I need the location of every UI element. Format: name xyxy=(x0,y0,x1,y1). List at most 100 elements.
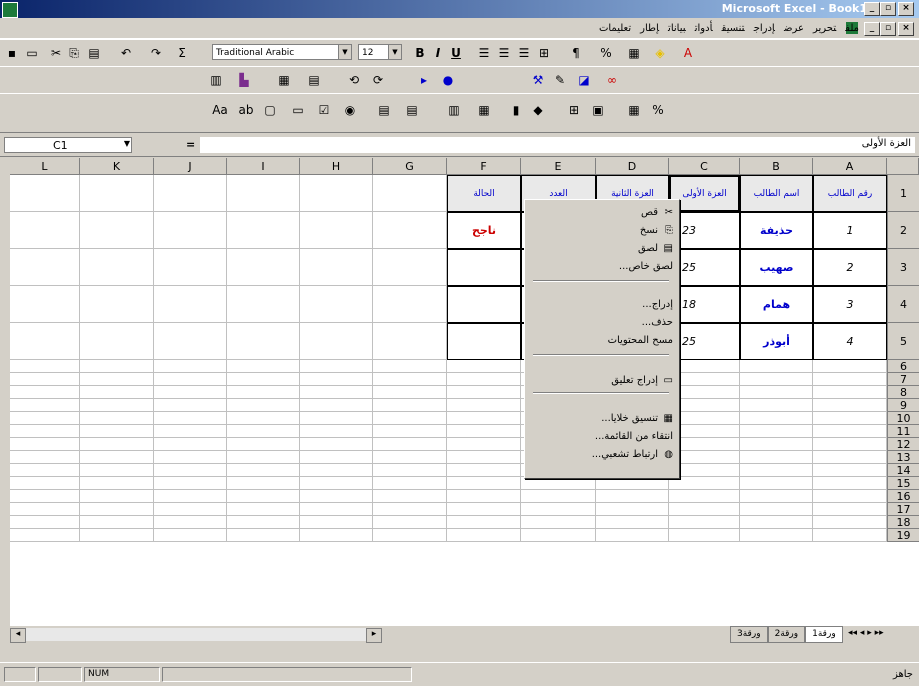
column-header[interactable]: L xyxy=(10,158,80,175)
fill-color-icon[interactable]: ◈ xyxy=(652,45,668,61)
menu-item[interactable]: أدوات xyxy=(695,23,713,34)
button-icon[interactable]: ▭ xyxy=(290,102,306,118)
column-header[interactable]: D xyxy=(596,158,669,175)
chart-type-icon[interactable]: ▙ xyxy=(236,72,252,88)
paste-icon[interactable]: ▤ xyxy=(86,45,102,61)
spinner-icon[interactable]: ▦ xyxy=(476,102,492,118)
label-icon[interactable]: Aa xyxy=(212,102,228,118)
percent-button[interactable]: % xyxy=(598,45,614,61)
context-menu-item[interactable]: ⎘ نسخ xyxy=(640,222,673,240)
context-menu-item[interactable]: لصق خاص... xyxy=(619,258,673,276)
worksheet-grid[interactable]: A B C D E F G H I J K L 1 2 3 4 5 6 7 8 9 10 11 12 13 14 15 16 17 18 1… xyxy=(10,158,919,626)
context-menu-item[interactable]: إدراج... xyxy=(642,296,673,314)
scroll-left-icon[interactable]: ◂ xyxy=(10,628,26,643)
row-header[interactable]: 16 xyxy=(887,490,919,503)
table-cell[interactable] xyxy=(447,249,521,286)
list-icon[interactable]: ▤ xyxy=(306,72,322,88)
autosum-icon[interactable]: Σ xyxy=(174,45,190,61)
font-size-combo[interactable]: 12 ▼ xyxy=(358,44,402,60)
table-header-cell[interactable]: رقم الطالب xyxy=(813,175,887,212)
run-dialog-icon[interactable]: ▣ xyxy=(590,102,606,118)
doc-minimize-icon[interactable]: _ xyxy=(864,22,880,36)
select-all-corner[interactable] xyxy=(887,158,919,175)
chevron-down-icon[interactable]: ▼ xyxy=(388,45,401,59)
column-header[interactable]: B xyxy=(740,158,813,175)
column-header[interactable]: H xyxy=(300,158,373,175)
scroll-right-icon[interactable]: ▸ xyxy=(366,628,382,643)
column-header[interactable]: C xyxy=(669,158,740,175)
column-header[interactable]: A xyxy=(813,158,887,175)
row-header[interactable]: 19 xyxy=(887,529,919,542)
context-menu-item[interactable]: انتقاء من القائمة... xyxy=(595,428,673,446)
formula-input[interactable]: العزة الأولى xyxy=(200,137,915,153)
cut-icon[interactable]: ✂ xyxy=(48,45,64,61)
menu-item[interactable]: بيانات xyxy=(668,23,686,34)
underline-button[interactable]: U xyxy=(448,45,464,61)
doc-close-icon[interactable]: × xyxy=(898,22,914,36)
code-icon[interactable]: ◆ xyxy=(530,102,546,118)
graph-icon[interactable]: ◪ xyxy=(576,72,592,88)
menu-item[interactable]: تعليمات xyxy=(599,23,631,34)
undo-icon[interactable]: ↶ xyxy=(118,45,134,61)
row-header[interactable]: 10 xyxy=(887,412,919,425)
link-icon[interactable]: ∞ xyxy=(604,72,620,88)
chevron-down-icon[interactable]: ▼ xyxy=(124,139,130,148)
column-header[interactable]: G xyxy=(373,158,447,175)
align-center-icon[interactable]: ☰ xyxy=(496,45,512,61)
row-header[interactable]: 13 xyxy=(887,451,919,464)
font-color-icon[interactable]: A xyxy=(680,45,696,61)
column-header[interactable]: I xyxy=(227,158,300,175)
context-menu-item[interactable]: ▤ لصق xyxy=(638,240,673,258)
table-header-cell[interactable]: الحالة xyxy=(447,175,521,212)
row-header[interactable]: 2 xyxy=(887,212,919,249)
equals-icon[interactable]: = xyxy=(186,138,195,151)
redo-icon[interactable]: ↷ xyxy=(148,45,164,61)
context-menu-item[interactable]: حذف... xyxy=(642,314,673,332)
scrollbar-icon[interactable]: ▥ xyxy=(446,102,462,118)
menu-item[interactable]: إدراج xyxy=(754,23,775,34)
print-preview-icon[interactable]: ▭ xyxy=(24,45,40,61)
toggle-grid-icon[interactable]: ⊞ xyxy=(566,102,582,118)
align-right-icon[interactable]: ☰ xyxy=(476,45,492,61)
row-header[interactable]: 9 xyxy=(887,399,919,412)
excel-app-icon[interactable] xyxy=(2,2,18,18)
column-header[interactable]: J xyxy=(154,158,227,175)
borders-icon[interactable]: ▦ xyxy=(626,45,642,61)
table-cell[interactable] xyxy=(447,286,521,323)
row-header[interactable]: 1 xyxy=(887,175,919,212)
merge-center-icon[interactable]: ⊞ xyxy=(536,45,552,61)
context-menu-item[interactable]: ✂ قص xyxy=(641,204,673,222)
menu-item[interactable]: عرض xyxy=(784,23,804,34)
row-header[interactable]: 11 xyxy=(887,425,919,438)
table-header-cell[interactable]: اسم الطالب xyxy=(740,175,813,212)
direction-icon[interactable]: ¶ xyxy=(568,45,584,61)
sheet-tab[interactable]: ورقة1 xyxy=(805,626,843,643)
tools-icon[interactable]: ⚒ xyxy=(530,72,546,88)
record-icon[interactable]: ● xyxy=(440,72,456,88)
row-header[interactable]: 14 xyxy=(887,464,919,477)
combobox-icon[interactable]: ▤ xyxy=(404,102,420,118)
chevron-down-icon[interactable]: ▼ xyxy=(338,45,351,59)
play-icon[interactable]: ▸ xyxy=(416,72,432,88)
column-header[interactable]: K xyxy=(80,158,154,175)
row-header[interactable]: 4 xyxy=(887,286,919,323)
minimize-icon[interactable]: _ xyxy=(864,2,880,16)
option-icon[interactable]: ◉ xyxy=(342,102,358,118)
align-left-icon[interactable]: ☰ xyxy=(516,45,532,61)
bold-button[interactable]: B xyxy=(412,45,428,61)
draw-icon[interactable]: ✎ xyxy=(552,72,568,88)
arrow-icon[interactable]: ⟲ xyxy=(346,72,362,88)
context-menu-item[interactable]: ◍ ارتباط تشعبي... xyxy=(592,446,673,464)
row-header[interactable]: 12 xyxy=(887,438,919,451)
restore-icon[interactable]: ▫ xyxy=(880,2,896,16)
vertical-scrollbar[interactable] xyxy=(0,158,10,626)
editbox-icon[interactable]: ab xyxy=(238,102,254,118)
row-header[interactable]: 7 xyxy=(887,373,919,386)
chart-wizard-icon[interactable]: ▥ xyxy=(208,72,224,88)
font-name-combo[interactable]: Traditional Arabic ▼ xyxy=(212,44,352,60)
properties-icon[interactable]: ▮ xyxy=(508,102,524,118)
context-menu-item[interactable]: ▦ تنسيق خلايا... xyxy=(601,410,673,428)
shapes-icon[interactable]: ⟳ xyxy=(370,72,386,88)
sheet-tab[interactable]: ورقة2 xyxy=(767,626,806,643)
column-header[interactable]: E xyxy=(521,158,596,175)
